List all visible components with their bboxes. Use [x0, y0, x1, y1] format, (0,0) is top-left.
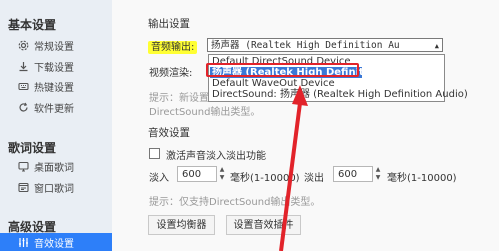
annotation-arrow — [279, 85, 308, 251]
